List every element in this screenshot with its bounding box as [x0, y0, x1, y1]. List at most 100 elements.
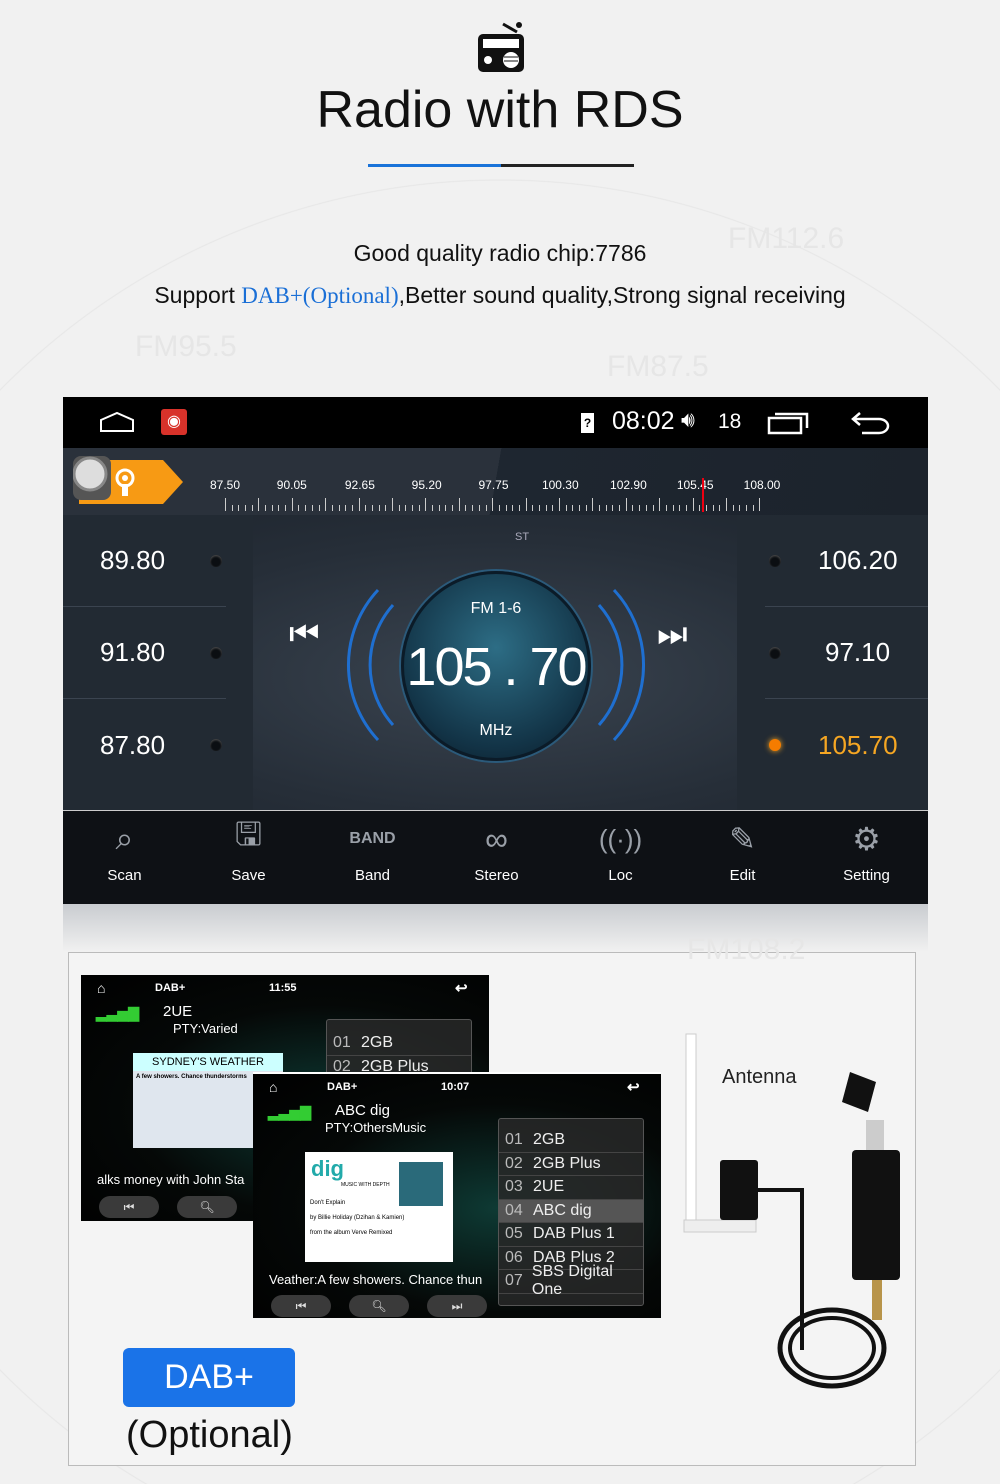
stereo-icon: ∞: [485, 820, 508, 857]
scale-tick: [331, 505, 333, 511]
scale-tick: [465, 505, 467, 511]
dab-clock: 10:07: [441, 1081, 470, 1093]
preset-frequency: 91.80: [100, 637, 166, 667]
scale-tick: [291, 498, 293, 511]
preset-dot: [210, 646, 222, 659]
scale-tick: [398, 505, 400, 511]
station-list: 01 2GB 02 2GB Plus: [326, 1019, 472, 1080]
band-icon: BAND: [349, 830, 396, 847]
scale-tick: [265, 505, 267, 511]
recent-apps-icon[interactable]: [767, 411, 809, 435]
stereo-indicator: ST: [515, 531, 530, 543]
scale-label: 92.65: [344, 478, 375, 492]
previous-button[interactable]: ⏮: [271, 1295, 331, 1317]
scale-tick: [238, 505, 240, 511]
scale-tick: [298, 505, 300, 511]
next-button[interactable]: ⏭: [657, 615, 688, 654]
station-item[interactable]: 01 2GB: [499, 1129, 643, 1153]
edit-button[interactable]: ✎ Edit: [681, 811, 804, 904]
scale-tick: [498, 505, 500, 511]
previous-button[interactable]: ⏮: [99, 1196, 159, 1218]
scale-tick: [438, 505, 440, 511]
station-item[interactable]: 03 2UE: [499, 1176, 643, 1200]
frequency-scale[interactable]: 87.50 90.05 92.65 95.20 97.75 100.30 102.90 105…: [63, 448, 928, 515]
preset-4[interactable]: 106.20: [765, 515, 928, 607]
optional-label: (Optional): [126, 1414, 293, 1456]
station-item[interactable]: 05 DAB Plus 1: [499, 1223, 643, 1247]
scale-tick: [739, 505, 741, 511]
search-button[interactable]: 🔍︎: [349, 1295, 409, 1317]
scale-tick: [525, 498, 527, 511]
song-artist: by Billie Holiday (Dzihan & Kamien): [310, 1215, 405, 1221]
scale-tick: [639, 505, 641, 511]
band-label: FM 1-6: [470, 600, 522, 617]
scale-tick: [605, 505, 607, 511]
title-underline: [501, 164, 634, 167]
scale-tick: [632, 505, 634, 511]
scale-tick: [425, 498, 427, 511]
scan-button[interactable]: ⌕ Scan: [63, 811, 186, 904]
scale-tick: [652, 505, 654, 511]
dab-clock: 11:55: [269, 982, 297, 994]
dab-status-bar: ⌂ DAB+ 11:55 ↩: [81, 975, 489, 1001]
station-item[interactable]: 07 SBS Digital One: [499, 1263, 643, 1298]
preset-3[interactable]: 87.80: [63, 699, 226, 791]
previous-button[interactable]: ⏮: [289, 615, 320, 654]
preset-6-active[interactable]: 105.70: [765, 699, 928, 791]
radio-app-icon[interactable]: ◉: [161, 409, 187, 435]
preset-5[interactable]: 97.10: [765, 607, 928, 699]
preset-2[interactable]: 91.80: [63, 607, 226, 699]
scale-tick: [585, 505, 587, 511]
scale-tick: [719, 505, 721, 511]
scale-label: 108.00: [743, 478, 781, 492]
scale-tick: [538, 505, 540, 511]
preset-1[interactable]: 89.80: [63, 515, 226, 607]
radio-icon: [478, 22, 524, 72]
scale-tick: [492, 498, 494, 511]
preset-dot-active: [769, 739, 781, 751]
volume-level: 18: [718, 410, 742, 433]
scale-tick: [311, 505, 313, 511]
scale-tick: [619, 505, 621, 511]
station-name: DAB Plus 1: [533, 1225, 615, 1243]
home-icon[interactable]: ⌂: [97, 980, 105, 996]
dab-title: DAB+: [155, 982, 186, 994]
save-icon: 🖫︎: [234, 816, 263, 852]
loc-label: Loc: [608, 867, 633, 884]
station-item[interactable]: 01 2GB: [327, 1032, 471, 1056]
scale-tick: [692, 498, 694, 511]
back-icon[interactable]: [850, 410, 892, 436]
bottom-toolbar: ⌕ Scan 🖫︎ Save BAND Band ∞ Stereo ((·)) Loc ✎…: [63, 810, 928, 904]
back-icon[interactable]: ↩: [455, 979, 468, 997]
scale-tick: [452, 505, 454, 511]
next-button[interactable]: ⏭: [427, 1295, 487, 1317]
home-icon[interactable]: [99, 411, 135, 433]
save-button[interactable]: 🖫︎ Save: [187, 811, 310, 904]
scale-tick: [705, 505, 707, 511]
scale-tick: [258, 498, 260, 511]
home-icon[interactable]: ⌂: [269, 1079, 277, 1095]
loc-button[interactable]: ((·)) Loc: [559, 811, 682, 904]
stereo-button[interactable]: ∞ Stereo: [435, 811, 558, 904]
station-item[interactable]: 02 2GB Plus: [499, 1153, 643, 1176]
scale-tick: [365, 505, 367, 511]
volume-icon[interactable]: 🔊︎: [681, 407, 695, 433]
scale-tick: [225, 498, 226, 511]
scale-tick: [659, 498, 661, 511]
scale-tick: [278, 505, 280, 511]
support-text-rest: ,Better sound quality,Strong signal rece…: [398, 282, 846, 308]
scale-tick: [752, 505, 754, 511]
station-item[interactable]: 04 ABC dig: [499, 1199, 643, 1223]
slide-title: SYDNEY'S WEATHER: [133, 1053, 283, 1071]
edit-label: Edit: [729, 867, 756, 884]
back-icon[interactable]: ↩: [627, 1078, 640, 1096]
tuning-needle[interactable]: [701, 478, 704, 512]
search-button[interactable]: 🔍︎: [177, 1196, 237, 1218]
setting-button[interactable]: ⚙ Setting: [805, 811, 928, 904]
scale-label: 90.05: [276, 478, 307, 492]
scale-tick: [685, 505, 687, 511]
scale-label: 87.50: [209, 478, 241, 492]
station-name: 2GB: [361, 1034, 394, 1052]
scale-tick: [725, 498, 727, 511]
band-button[interactable]: BAND Band: [311, 811, 434, 904]
